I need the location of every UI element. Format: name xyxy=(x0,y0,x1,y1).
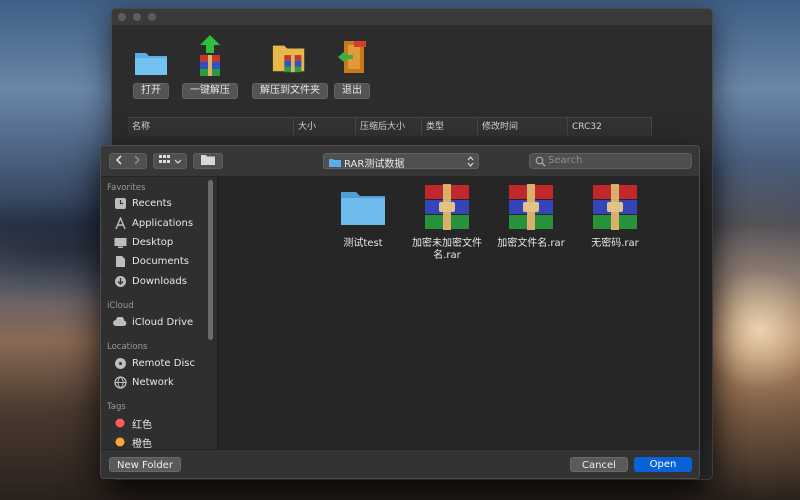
cancel-button[interactable]: Cancel xyxy=(570,457,628,472)
open-button[interactable]: 打开 xyxy=(132,35,170,99)
column-modified[interactable]: 修改时间 xyxy=(478,118,568,136)
new-folder-toolbar-button[interactable] xyxy=(193,153,223,169)
sidebar-item-remote-disc[interactable]: Remote Disc xyxy=(113,354,195,372)
file-browser: 测试test 加密未加密文件名.rar 加密文件名.rar 无密码.rar xyxy=(218,177,699,449)
view-mode-button[interactable] xyxy=(153,153,187,169)
forward-chevron-icon[interactable] xyxy=(133,154,141,168)
toolbar: 打开 一键解压 解压到文件夹 退出 xyxy=(112,35,712,105)
file-item-rar[interactable]: 无密码.rar xyxy=(576,183,654,250)
sidebar-label: Recents xyxy=(132,197,172,209)
close-window-button[interactable] xyxy=(118,13,126,21)
dialog-footer: New Folder Cancel Open xyxy=(101,449,699,478)
sidebar-label: Downloads xyxy=(132,275,187,287)
disc-icon xyxy=(113,356,127,370)
file-name: 加密文件名.rar xyxy=(497,238,565,249)
rar-archive-icon xyxy=(423,183,471,231)
column-type[interactable]: 类型 xyxy=(422,118,478,136)
file-item-rar[interactable]: 加密未加密文件名.rar xyxy=(408,183,486,262)
folder-icon xyxy=(339,183,387,231)
sidebar-label: Network xyxy=(132,376,174,388)
file-name: 加密未加密文件名.rar xyxy=(412,238,482,261)
chevron-down-icon xyxy=(174,156,182,167)
sidebar-label: Documents xyxy=(132,255,190,267)
sidebar-item-recents[interactable]: Recents xyxy=(113,194,172,212)
folder-icon xyxy=(132,35,170,77)
file-list-header: 名称 大小 压缩后大小 类型 修改时间 CRC32 xyxy=(128,117,652,136)
orange-tag-icon xyxy=(113,435,127,449)
path-label: RAR测试数据 xyxy=(344,159,405,170)
applications-icon xyxy=(113,216,127,230)
sidebar-header-favorites: Favorites xyxy=(107,183,146,193)
sidebar-label: 橙色 xyxy=(132,438,152,450)
open-dialog: RAR测试数据 Search Favorites Recents Applica… xyxy=(100,145,700,479)
sidebar-label: iCloud Drive xyxy=(132,316,194,328)
search-field[interactable]: Search xyxy=(529,153,692,169)
sidebar-label: Desktop xyxy=(132,236,174,248)
back-chevron-icon[interactable] xyxy=(115,154,123,168)
sidebar-scrollbar[interactable] xyxy=(208,180,213,340)
sidebar-item-desktop[interactable]: Desktop xyxy=(113,233,173,251)
open-button-label: 打开 xyxy=(133,83,169,99)
minimize-window-button[interactable] xyxy=(133,13,141,21)
extract-to-folder-button-label: 解压到文件夹 xyxy=(252,83,328,99)
dialog-toolbar: RAR测试数据 Search xyxy=(101,146,699,177)
desktop-icon xyxy=(113,235,127,249)
clock-icon xyxy=(113,196,127,210)
rar-archive-icon xyxy=(507,183,555,231)
documents-icon xyxy=(113,254,127,268)
sidebar-header-icloud: iCloud xyxy=(107,301,134,311)
sidebar-header-tags: Tags xyxy=(107,402,126,412)
sidebar-label: Applications xyxy=(132,217,194,229)
extract-button-label: 一键解压 xyxy=(182,83,238,99)
sidebar-item-icloud-drive[interactable]: iCloud Drive xyxy=(113,313,193,331)
sidebar-label: 红色 xyxy=(132,419,152,431)
exit-icon xyxy=(333,35,371,77)
file-item-folder[interactable]: 测试test xyxy=(324,183,402,250)
file-item-rar[interactable]: 加密文件名.rar xyxy=(492,183,570,250)
sidebar-header-locations: Locations xyxy=(107,342,148,352)
column-crc32[interactable]: CRC32 xyxy=(568,118,652,136)
exit-button[interactable]: 退出 xyxy=(333,35,371,99)
sidebar-label: Remote Disc xyxy=(132,357,195,369)
red-tag-icon xyxy=(113,416,127,430)
zoom-window-button[interactable] xyxy=(148,13,156,21)
sidebar-item-applications[interactable]: Applications xyxy=(113,214,193,232)
up-down-arrows-icon xyxy=(467,156,474,170)
grid-view-icon xyxy=(159,154,173,168)
cloud-icon xyxy=(113,315,127,329)
new-folder-button[interactable]: New Folder xyxy=(109,457,181,472)
back-forward-buttons xyxy=(109,153,147,169)
title-bar xyxy=(112,9,712,25)
folder-toolbar-icon xyxy=(201,154,215,168)
extract-to-folder-icon xyxy=(271,35,309,77)
path-popup[interactable]: RAR测试数据 xyxy=(323,153,479,170)
file-name: 测试test xyxy=(343,238,383,249)
rar-archive-icon xyxy=(591,183,639,231)
open-button[interactable]: Open xyxy=(634,457,692,472)
search-placeholder: Search xyxy=(548,155,583,166)
downloads-icon xyxy=(113,274,127,288)
column-packed-size[interactable]: 压缩后大小 xyxy=(356,118,422,136)
sidebar: Favorites Recents Applications Desktop D… xyxy=(101,177,218,450)
globe-icon xyxy=(113,375,127,389)
column-name[interactable]: 名称 xyxy=(128,118,294,136)
folder-small-icon xyxy=(329,157,341,170)
file-name: 无密码.rar xyxy=(591,238,639,249)
column-size[interactable]: 大小 xyxy=(294,118,356,136)
search-icon xyxy=(535,156,546,170)
extract-icon xyxy=(191,35,229,77)
exit-button-label: 退出 xyxy=(334,83,370,99)
sidebar-item-documents[interactable]: Documents xyxy=(113,252,189,270)
extract-button[interactable]: 一键解压 xyxy=(182,35,238,99)
extract-to-folder-button[interactable]: 解压到文件夹 xyxy=(252,35,328,99)
sidebar-item-network[interactable]: Network xyxy=(113,373,174,391)
sidebar-item-tag-red[interactable]: 红色 xyxy=(113,414,152,432)
sidebar-item-downloads[interactable]: Downloads xyxy=(113,272,187,290)
